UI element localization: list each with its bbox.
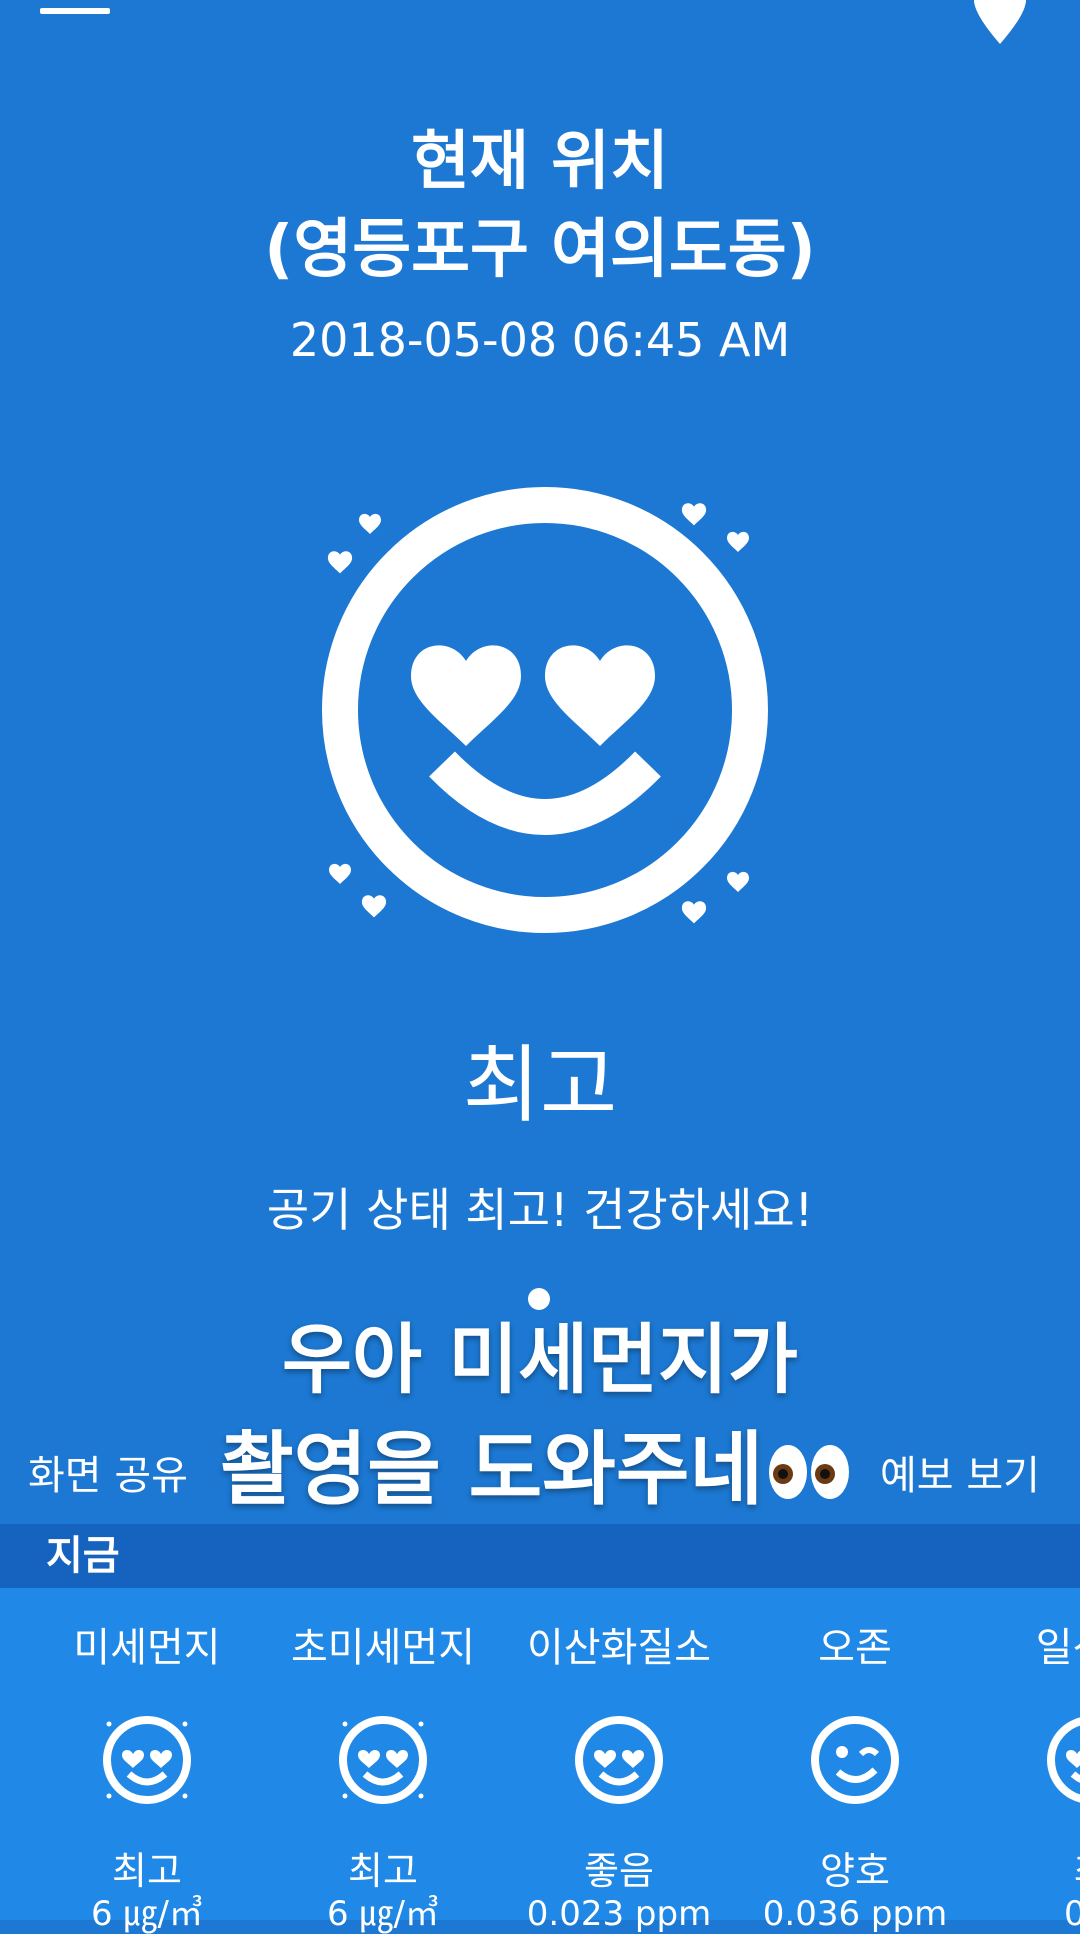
pollutant-value: 6 ㎍/㎥ <box>327 1894 439 1934</box>
pollutant-value: 0.023 ppm <box>526 1894 712 1934</box>
heart-eyes-face-icon <box>1047 1717 1080 1803</box>
location-title-line1: 현재 위치 <box>411 125 669 199</box>
eyes-emoji-icon <box>767 1423 851 1527</box>
overlay-caption-line2-text: 촬영을 도와주네 <box>220 1423 764 1516</box>
pollutant-grade: 최고 <box>112 1849 182 1893</box>
pollutant-item-pm10[interactable]: 미세먼지 최고 6 ㎍/㎥ <box>29 1620 265 1934</box>
touch-indicator <box>528 1288 550 1310</box>
location-title: 현재 위치 (영등포구 여의도동) <box>0 118 1080 294</box>
pollutant-name: 일산화 <box>1035 1625 1080 1671</box>
pollutant-grade: 양호 <box>820 1849 890 1893</box>
pollutant-item-no2[interactable]: 이산화질소 좋음 0.023 ppm <box>501 1620 737 1934</box>
pollutant-grade: 좋음 <box>584 1849 654 1893</box>
pollutant-value: 0.2 <box>1063 1894 1080 1934</box>
view-forecast-button[interactable]: 예보 보기 <box>880 1448 1040 1504</box>
overlay-caption-line1: 우아 미세먼지가 <box>282 1315 798 1404</box>
overlay-caption-line2: 촬영을 도와주네 <box>220 1418 851 1527</box>
pollutant-name: 미세먼지 <box>73 1625 221 1671</box>
now-section-header <box>0 1524 1080 1588</box>
pollutant-item-o3[interactable]: 오존 양호 0.036 ppm <box>737 1620 973 1934</box>
heart-eyes-face-icon <box>575 1716 663 1804</box>
heart-eyes-face-icon <box>103 1716 191 1804</box>
air-grade: 최고 <box>462 1036 618 1134</box>
pollutant-item-pm25[interactable]: 초미세먼지 최고 6 ㎍/㎥ <box>265 1620 501 1934</box>
air-grade-description: 공기 상태 최고! 건강하세요! <box>266 1183 814 1237</box>
pollutant-grade: 최 <box>973 1848 1080 1894</box>
location-pin-icon[interactable] <box>970 0 1030 46</box>
pollutant-item-co[interactable]: 일산화 최 0.2 <box>973 1620 1080 1934</box>
share-screen-button[interactable]: 화면 공유 <box>28 1448 188 1504</box>
pollutant-name: 이산화질소 <box>527 1625 711 1671</box>
heart-eyes-smiley-icon <box>310 480 780 950</box>
pollutant-name: 오존 <box>818 1625 892 1671</box>
heart-eyes-face-icon <box>339 1716 427 1804</box>
pollutant-name: 초미세먼지 <box>291 1625 475 1671</box>
hamburger-menu-icon[interactable] <box>40 0 110 16</box>
wink-face-icon <box>811 1716 899 1804</box>
now-section-label: 지금 <box>46 1533 120 1579</box>
location-title-line2: (영등포구 여의도동) <box>264 213 816 287</box>
pollutant-value: 0.036 ppm <box>762 1894 948 1934</box>
measurement-datetime: 2018-05-08 06:45 AM <box>289 313 791 367</box>
pollutant-value: 6 ㎍/㎥ <box>91 1894 203 1934</box>
pollutant-grade: 최고 <box>348 1849 418 1893</box>
